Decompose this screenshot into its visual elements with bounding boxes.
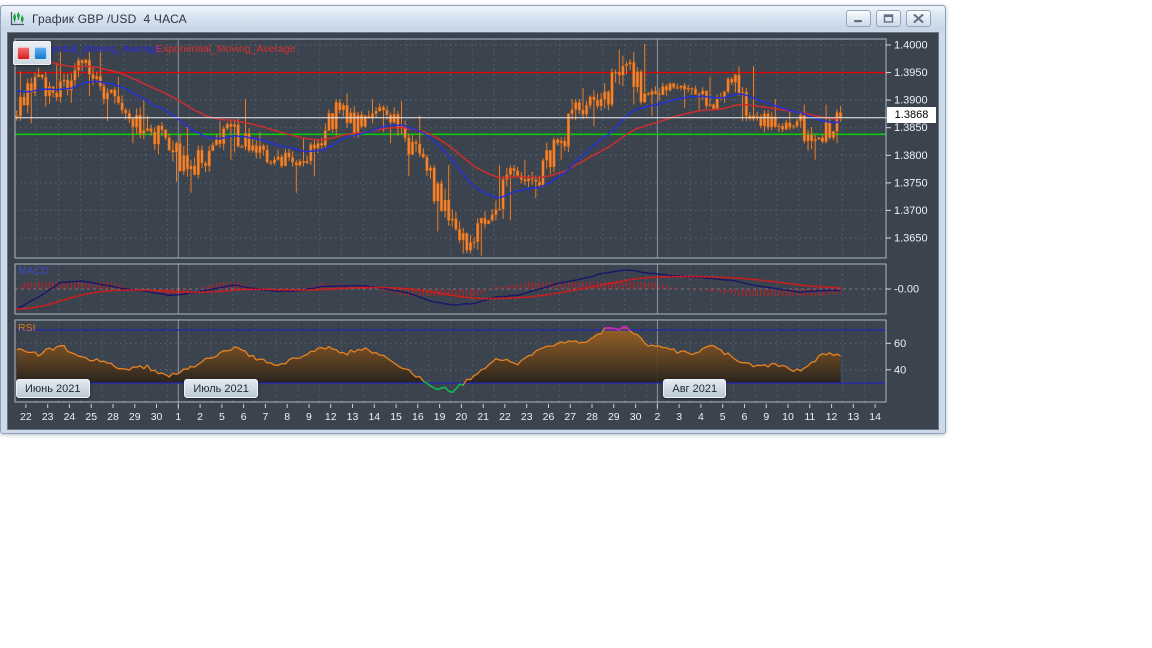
svg-text:4: 4	[698, 411, 704, 423]
svg-text:11: 11	[804, 411, 815, 423]
svg-text:24: 24	[64, 411, 76, 423]
svg-text:20: 20	[456, 411, 468, 423]
legend-ema-slow: Exponential_Moving_Average	[156, 43, 295, 55]
svg-text:1: 1	[175, 411, 181, 423]
window-titlebar[interactable]: График GBP /USD 4 ЧАСА	[1, 6, 945, 31]
month-label-june: Июнь 2021	[16, 379, 90, 398]
svg-text:27: 27	[564, 411, 576, 423]
chart-canvas[interactable]: 1.4000 1.3950 1.3900 1.3850 1.3800 1.3750 1.37…	[8, 33, 938, 429]
svg-text:22: 22	[499, 411, 511, 423]
svg-text:40: 40	[894, 364, 906, 376]
window-controls	[846, 10, 937, 27]
svg-text:5: 5	[219, 411, 225, 423]
svg-text:2: 2	[197, 411, 203, 423]
svg-text:1.3700: 1.3700	[894, 205, 928, 217]
svg-text:23: 23	[521, 411, 533, 423]
svg-text:22: 22	[20, 411, 32, 423]
svg-text:8: 8	[284, 411, 290, 423]
svg-text:13: 13	[347, 411, 359, 423]
svg-text:6: 6	[742, 411, 748, 423]
svg-text:60: 60	[894, 338, 906, 350]
rsi-panel-label: RSI	[18, 322, 36, 334]
svg-text:9: 9	[306, 411, 312, 423]
svg-text:1.3750: 1.3750	[894, 177, 928, 189]
month-label-july: Июль 2021	[184, 379, 258, 398]
svg-text:1.4000: 1.4000	[894, 40, 928, 52]
svg-text:28: 28	[107, 411, 119, 423]
svg-text:5: 5	[720, 411, 726, 423]
svg-text:1.3900: 1.3900	[894, 95, 928, 107]
svg-text:29: 29	[129, 411, 141, 423]
svg-text:14: 14	[368, 411, 380, 423]
rsi-fill	[17, 327, 841, 384]
macd-panel-label: MACD	[18, 265, 49, 277]
restore-button[interactable]	[876, 10, 901, 27]
red-square-button[interactable]	[17, 47, 30, 60]
svg-text:3: 3	[676, 411, 682, 423]
window-title: График GBP /USD 4 ЧАСА	[32, 12, 187, 26]
candlestick-chart-icon	[9, 11, 26, 27]
svg-text:14: 14	[869, 411, 881, 423]
svg-text:1.3650: 1.3650	[894, 232, 928, 244]
svg-text:1.3850: 1.3850	[894, 122, 928, 134]
svg-text:21: 21	[477, 411, 489, 423]
svg-text:12: 12	[826, 411, 838, 423]
svg-text:-0.00: -0.00	[894, 284, 919, 296]
svg-text:2: 2	[654, 411, 660, 423]
svg-text:12: 12	[325, 411, 337, 423]
svg-text:9: 9	[763, 411, 769, 423]
chart-window: График GBP /USD 4 ЧАСА 1.4000 1.3950 1.390…	[0, 5, 946, 434]
svg-text:30: 30	[630, 411, 642, 423]
svg-text:1.3800: 1.3800	[894, 150, 928, 162]
close-button[interactable]	[906, 10, 931, 27]
blue-square-button[interactable]	[34, 47, 47, 60]
chart-client-area: 1.4000 1.3950 1.3900 1.3850 1.3800 1.3750 1.37…	[7, 32, 939, 430]
minimize-button[interactable]	[846, 10, 871, 27]
svg-text:29: 29	[608, 411, 620, 423]
svg-text:19: 19	[434, 411, 446, 423]
current-price-tag: 1.3868	[887, 107, 936, 123]
month-label-august: Авг 2021	[663, 379, 726, 398]
svg-text:25: 25	[85, 411, 97, 423]
svg-text:6: 6	[241, 411, 247, 423]
svg-text:1.3950: 1.3950	[894, 67, 928, 79]
svg-text:13: 13	[847, 411, 859, 423]
svg-text:10: 10	[782, 411, 794, 423]
svg-text:16: 16	[412, 411, 424, 423]
svg-text:26: 26	[543, 411, 555, 423]
svg-text:15: 15	[390, 411, 402, 423]
svg-text:23: 23	[42, 411, 54, 423]
svg-text:28: 28	[586, 411, 598, 423]
chart-toolbar	[13, 41, 51, 65]
svg-text:30: 30	[151, 411, 163, 423]
svg-text:7: 7	[262, 411, 268, 423]
